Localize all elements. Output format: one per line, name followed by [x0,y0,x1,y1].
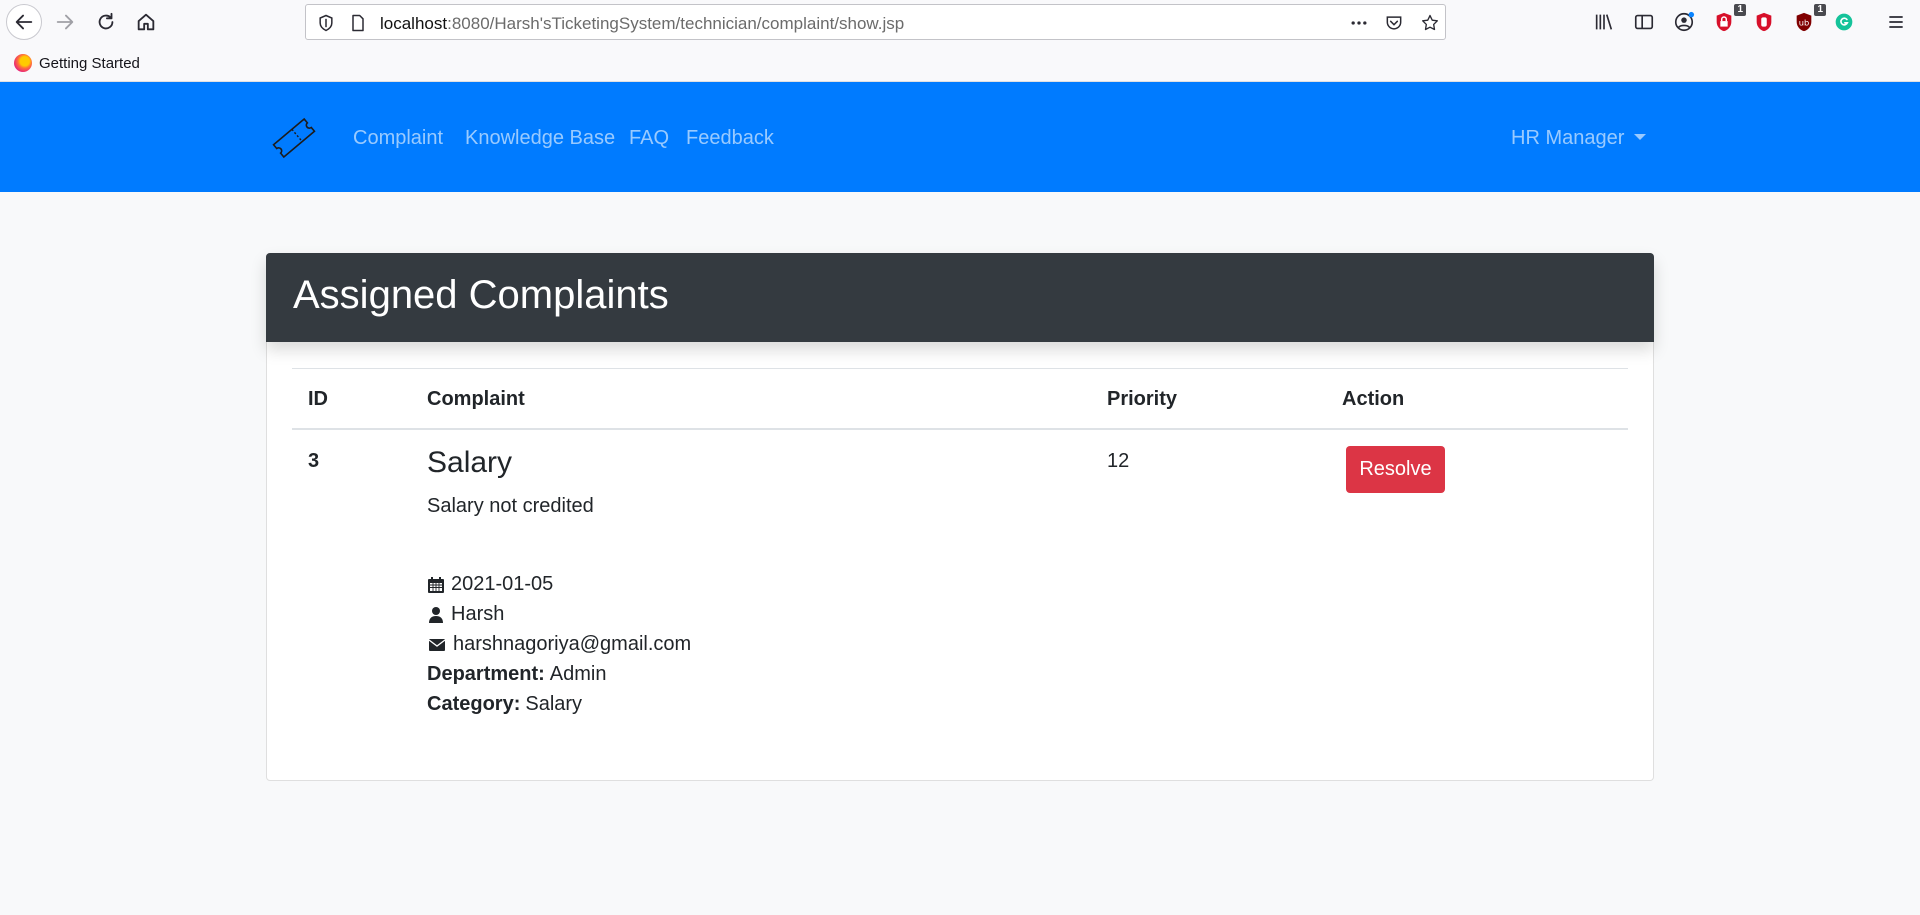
account-icon[interactable] [1672,10,1696,34]
grammarly-icon[interactable] [1832,10,1856,34]
complaint-title: Salary [427,446,513,479]
envelope-icon [428,638,446,651]
bookmark-label: Getting Started [39,54,140,72]
complaint-category: Category: Salary [427,693,582,716]
category-value: Salary [525,693,583,715]
reload-button[interactable] [88,4,124,40]
ublock-icon[interactable]: ub 1 [1792,4,1826,34]
nav-link-knowledge-base[interactable]: Knowledge Base [465,127,615,150]
menu-icon[interactable] [1884,10,1908,34]
sidebar-icon[interactable] [1632,10,1656,34]
arrow-right-icon [56,14,74,30]
library-icon[interactable] [1592,10,1616,34]
table-row: 3 Salary Salary not credited 2021-01-05 … [292,430,1628,770]
more-actions-icon[interactable] [1349,13,1369,33]
user-value: Harsh [451,603,505,625]
department-value: Admin [549,663,607,685]
firefox-icon [14,54,32,72]
home-icon [137,13,155,31]
column-header-priority: Priority [1107,388,1178,410]
nav-link-faq[interactable]: FAQ [629,127,669,150]
browser-toolbar: localhost:8080/Harsh'sTicketingSystem/te… [0,0,1920,44]
caret-down-icon [1634,134,1647,140]
home-button[interactable] [128,4,164,40]
category-label: Category: [427,693,521,715]
date-value: 2021-01-05 [451,573,554,595]
complaints-table: ID Complaint Priority Action 3 Salary Sa… [292,368,1628,770]
url-bar[interactable]: localhost:8080/Harsh'sTicketingSystem/te… [305,4,1446,40]
resolve-button[interactable]: Resolve [1346,446,1445,493]
url-path: :8080/Harsh'sTicketingSystem/technician/… [447,14,905,33]
email-value: harshnagoriya@gmail.com [453,633,692,655]
complaints-card: Assigned Complaints ID Complaint Priorit… [266,253,1654,781]
calendar-icon [428,576,444,593]
svg-text:ub: ub [1799,18,1809,28]
complaint-description: Salary not credited [427,495,594,517]
shield-icon[interactable] [316,13,336,33]
page-title: Assigned Complaints [293,273,669,317]
complaint-user: Harsh [427,603,504,626]
column-header-action: Action [1342,388,1405,410]
complaint-id: 3 [308,450,320,472]
url-text[interactable]: localhost:8080/Harsh'sTicketingSystem/te… [380,14,904,34]
bookmarks-toolbar: Getting Started [0,44,1920,82]
department-label: Department: [427,663,545,685]
user-menu-dropdown[interactable]: HR Manager [1511,127,1647,150]
complaint-department: Department: Admin [427,663,607,686]
site-navbar: Complaint Knowledge Base FAQ Feedback HR… [0,82,1920,192]
url-host: localhost [380,14,448,33]
extension-badge: 1 [1734,4,1746,16]
reload-icon [98,12,114,30]
extension-badge: 1 [1814,4,1826,16]
user-icon [429,606,443,623]
bookmark-star-icon[interactable] [1420,13,1440,33]
bookmark-getting-started[interactable]: Getting Started [14,54,140,72]
user-menu-label: HR Manager [1511,127,1625,149]
column-header-id: ID [308,388,328,410]
complaint-date: 2021-01-05 [427,573,553,596]
card-header: Assigned Complaints [266,253,1654,342]
page-icon[interactable] [348,13,368,33]
column-header-complaint: Complaint [427,388,525,410]
hand-extension-icon[interactable] [1752,10,1776,34]
complaint-cell: Salary Salary not credited 2021-01-05 Ha… [427,446,691,715]
arrow-left-icon [15,14,33,30]
complaint-email: harshnagoriya@gmail.com [427,633,691,656]
nav-link-feedback[interactable]: Feedback [686,127,774,150]
forward-button[interactable] [47,4,83,40]
nav-link-complaint[interactable]: Complaint [353,127,443,150]
table-header: ID Complaint Priority Action [292,368,1628,430]
pocket-icon[interactable] [1384,13,1404,33]
back-button[interactable] [6,4,42,40]
lock-extension-icon[interactable]: 1 [1712,4,1746,34]
ticket-logo-icon[interactable] [268,112,320,164]
complaint-priority: 12 [1107,450,1130,472]
